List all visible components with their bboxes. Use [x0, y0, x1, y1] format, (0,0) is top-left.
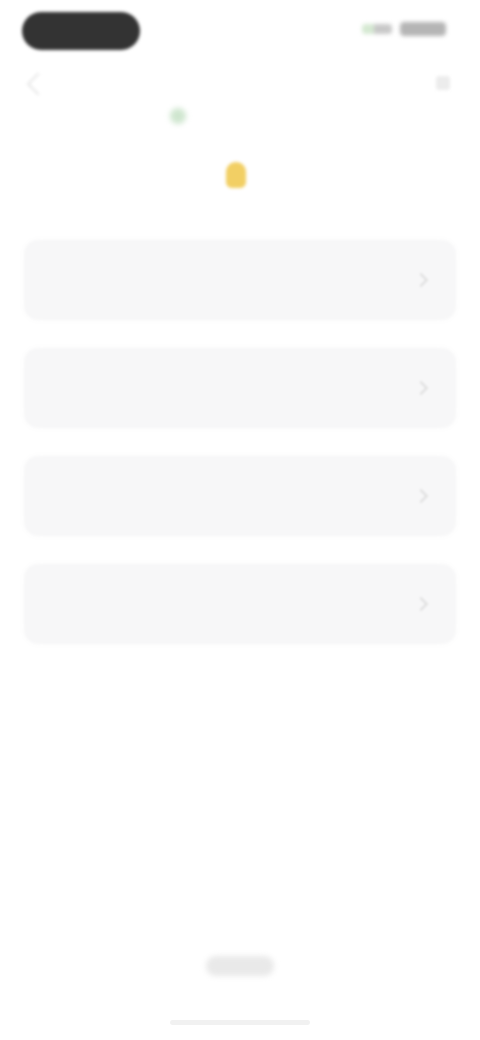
lightbulb-icon [226, 161, 246, 188]
chevron-right-icon [413, 596, 429, 612]
chevron-right-icon [413, 488, 429, 504]
status-icons [362, 22, 446, 36]
answer-option-2[interactable] [24, 348, 456, 428]
more-icon[interactable] [436, 76, 450, 90]
signal-icon [362, 24, 392, 34]
question-title [40, 150, 442, 192]
chevron-right-icon [413, 272, 429, 288]
app-screen [0, 0, 480, 1040]
home-indicator [170, 1020, 310, 1025]
answer-option-4[interactable] [24, 564, 456, 644]
progress-indicator [170, 108, 186, 124]
chevron-right-icon [413, 380, 429, 396]
answer-options [24, 240, 456, 644]
battery-icon [400, 22, 446, 36]
answer-option-3[interactable] [24, 456, 456, 536]
answer-option-1[interactable] [24, 240, 456, 320]
status-pill [22, 12, 140, 50]
chevron-left-icon[interactable] [26, 72, 50, 96]
footer-link[interactable] [206, 956, 274, 976]
